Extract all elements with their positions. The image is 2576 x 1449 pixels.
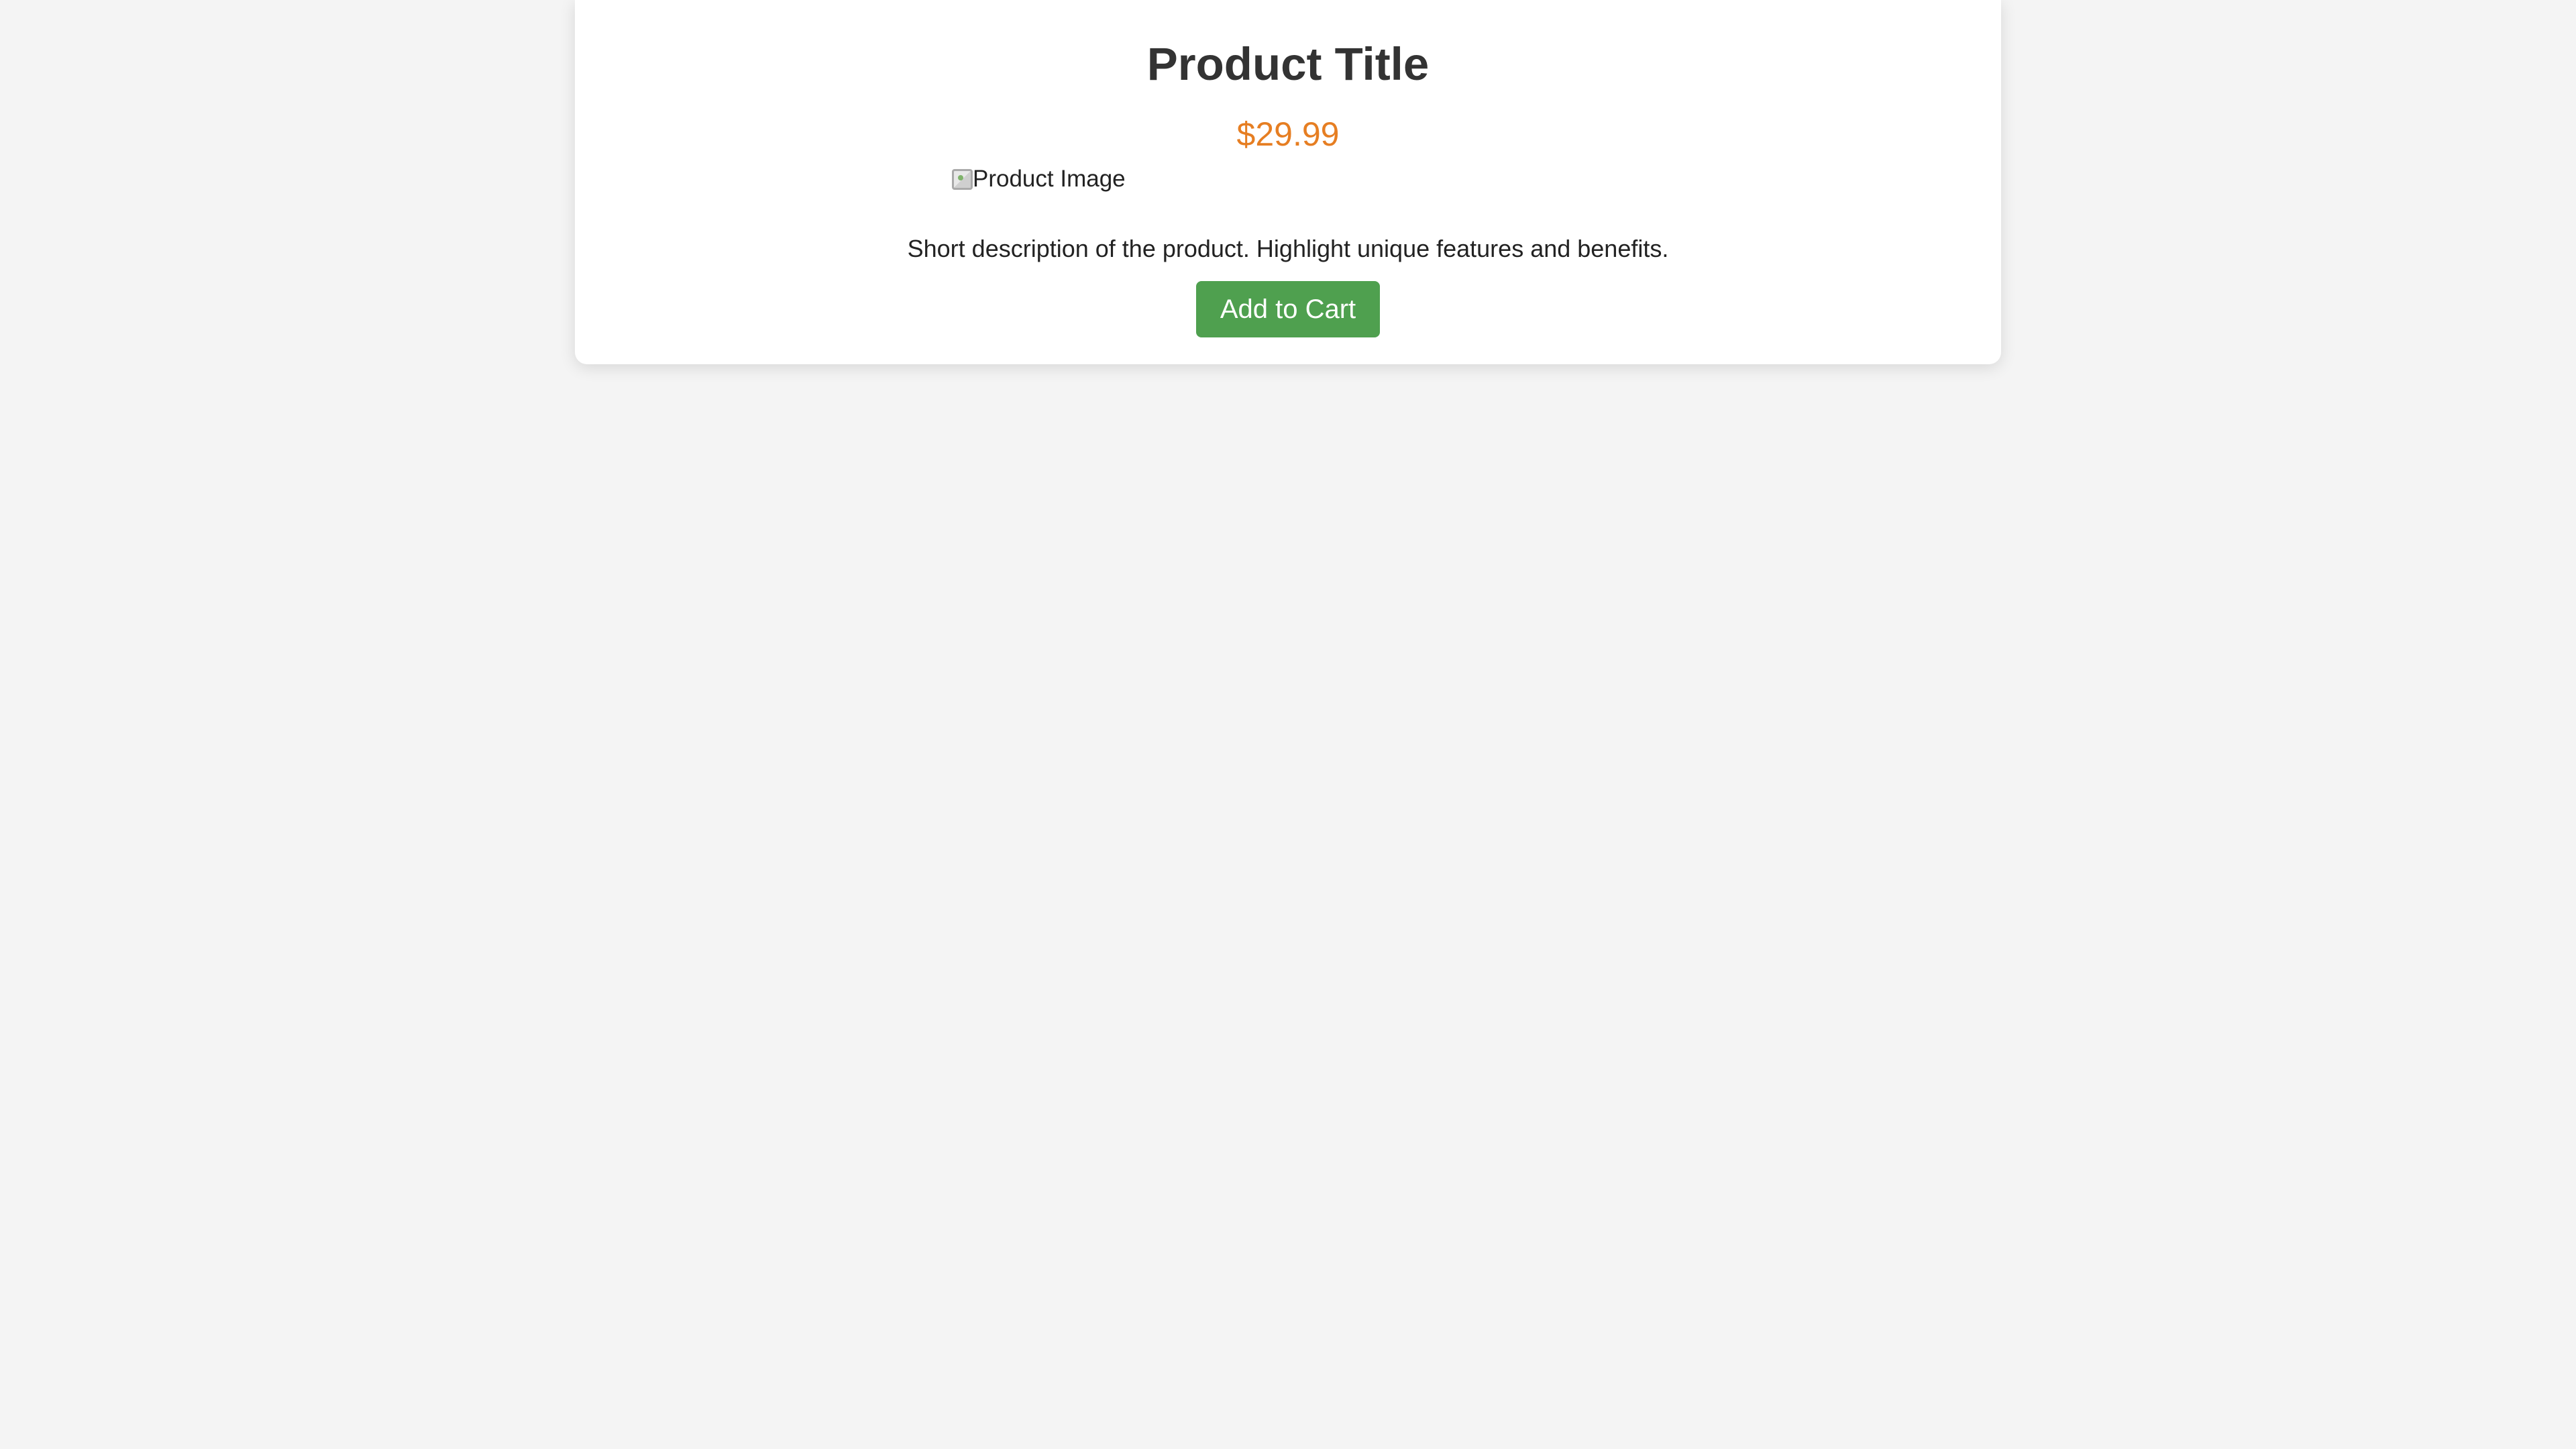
add-to-cart-button[interactable]: Add to Cart <box>1196 281 1380 337</box>
product-price: $29.99 <box>1236 115 1340 153</box>
broken-image-icon <box>952 168 973 190</box>
product-title: Product Title <box>1146 38 1430 90</box>
product-card: Product Title $29.99 Product Image Short… <box>575 0 2001 364</box>
product-image-alt-text: Product Image <box>973 166 1126 192</box>
product-description: Short description of the product. Highli… <box>907 235 1669 262</box>
product-image: Product Image <box>952 164 1126 195</box>
